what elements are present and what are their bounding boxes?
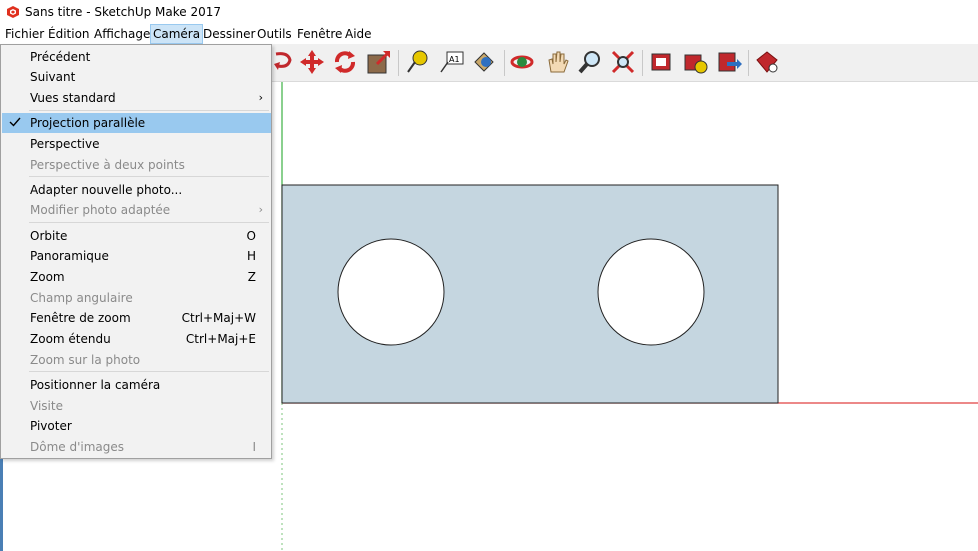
lasso-select-icon[interactable] [268, 48, 296, 76]
menu-fichier[interactable]: Fichier [3, 24, 46, 44]
zoom-extents-icon[interactable] [609, 48, 637, 76]
circular-hole-left [337, 238, 445, 346]
ruby-console-icon[interactable] [753, 48, 781, 76]
checkmark-icon [9, 117, 21, 127]
svg-text:A1: A1 [449, 55, 460, 64]
share-model-icon[interactable] [715, 48, 743, 76]
menu-dessiner[interactable]: Dessiner [201, 24, 257, 44]
camera-menu-item-modifier-photo[interactable]: Modifier photo adaptée › [2, 200, 271, 220]
menu-separator [29, 176, 269, 177]
menu-separator [29, 110, 269, 111]
menu-aide[interactable]: Aide [343, 24, 374, 44]
orbit-icon[interactable] [508, 48, 536, 76]
menu-edition[interactable]: Édition [46, 24, 92, 44]
window-title: Sans titre - SketchUp Make 2017 [25, 5, 222, 19]
camera-menu-item-positionner-camera[interactable]: Positionner la caméra [2, 375, 271, 395]
camera-menu-item-vues-standard[interactable]: Vues standard › [2, 88, 271, 108]
menu-fenetre[interactable]: Fenêtre [295, 24, 344, 44]
camera-menu-dropdown: Précédent Suivant Vues standard › Projec… [0, 44, 272, 459]
menu-separator [29, 371, 269, 372]
camera-menu-item-adapter-photo[interactable]: Adapter nouvelle photo... [2, 180, 271, 200]
toolbar-separator [748, 50, 749, 76]
rotate-icon[interactable] [331, 48, 359, 76]
circular-hole-right [597, 238, 705, 346]
toolbar-separator [398, 50, 399, 76]
camera-menu-item-precedent[interactable]: Précédent [2, 47, 271, 67]
camera-menu-item-orbite[interactable]: Orbite O [2, 226, 271, 246]
text-icon[interactable]: A1 [438, 48, 466, 76]
menu-camera[interactable]: Caméra [150, 24, 204, 44]
camera-menu-item-perspective-deux-points[interactable]: Perspective à deux points [2, 155, 271, 175]
toolbar-separator [642, 50, 643, 76]
camera-menu-item-projection-parallele[interactable]: Projection parallèle [2, 113, 271, 133]
title-bar: Sans titre - SketchUp Make 2017 [0, 0, 978, 24]
camera-menu-item-suivant[interactable]: Suivant [2, 67, 271, 87]
paint-bucket-icon[interactable] [470, 48, 498, 76]
menu-affichage[interactable]: Affichage [92, 24, 152, 44]
camera-menu-item-champ-angulaire[interactable]: Champ angulaire [2, 288, 271, 308]
sketchup-logo-icon [7, 6, 19, 18]
camera-menu-item-pivoter[interactable]: Pivoter [2, 416, 271, 436]
camera-menu-item-dome-images[interactable]: Dôme d'images I [2, 437, 271, 457]
menu-bar: Fichier Édition Affichage Caméra Dessine… [0, 24, 978, 44]
camera-menu-item-fenetre-zoom[interactable]: Fenêtre de zoom Ctrl+Maj+W [2, 308, 271, 328]
tape-measure-icon[interactable] [403, 48, 431, 76]
scale-icon[interactable] [365, 48, 393, 76]
toolbar-separator [504, 50, 505, 76]
camera-menu-item-perspective[interactable]: Perspective [2, 134, 271, 154]
move-icon[interactable] [298, 48, 326, 76]
extension-warehouse-icon[interactable] [681, 48, 709, 76]
warehouse-icon[interactable] [647, 48, 675, 76]
zoom-icon[interactable] [576, 48, 604, 76]
chevron-right-icon: › [258, 91, 263, 104]
chevron-right-icon: › [258, 203, 263, 216]
camera-menu-item-zoom[interactable]: Zoom Z [2, 267, 271, 287]
camera-menu-item-panoramique[interactable]: Panoramique H [2, 246, 271, 266]
camera-menu-item-visite[interactable]: Visite [2, 396, 271, 416]
menu-outils[interactable]: Outils [255, 24, 294, 44]
camera-menu-item-zoom-etendu[interactable]: Zoom étendu Ctrl+Maj+E [2, 329, 271, 349]
pan-icon[interactable] [543, 48, 571, 76]
menu-separator [29, 222, 269, 223]
camera-menu-item-zoom-photo[interactable]: Zoom sur la photo [2, 350, 271, 370]
